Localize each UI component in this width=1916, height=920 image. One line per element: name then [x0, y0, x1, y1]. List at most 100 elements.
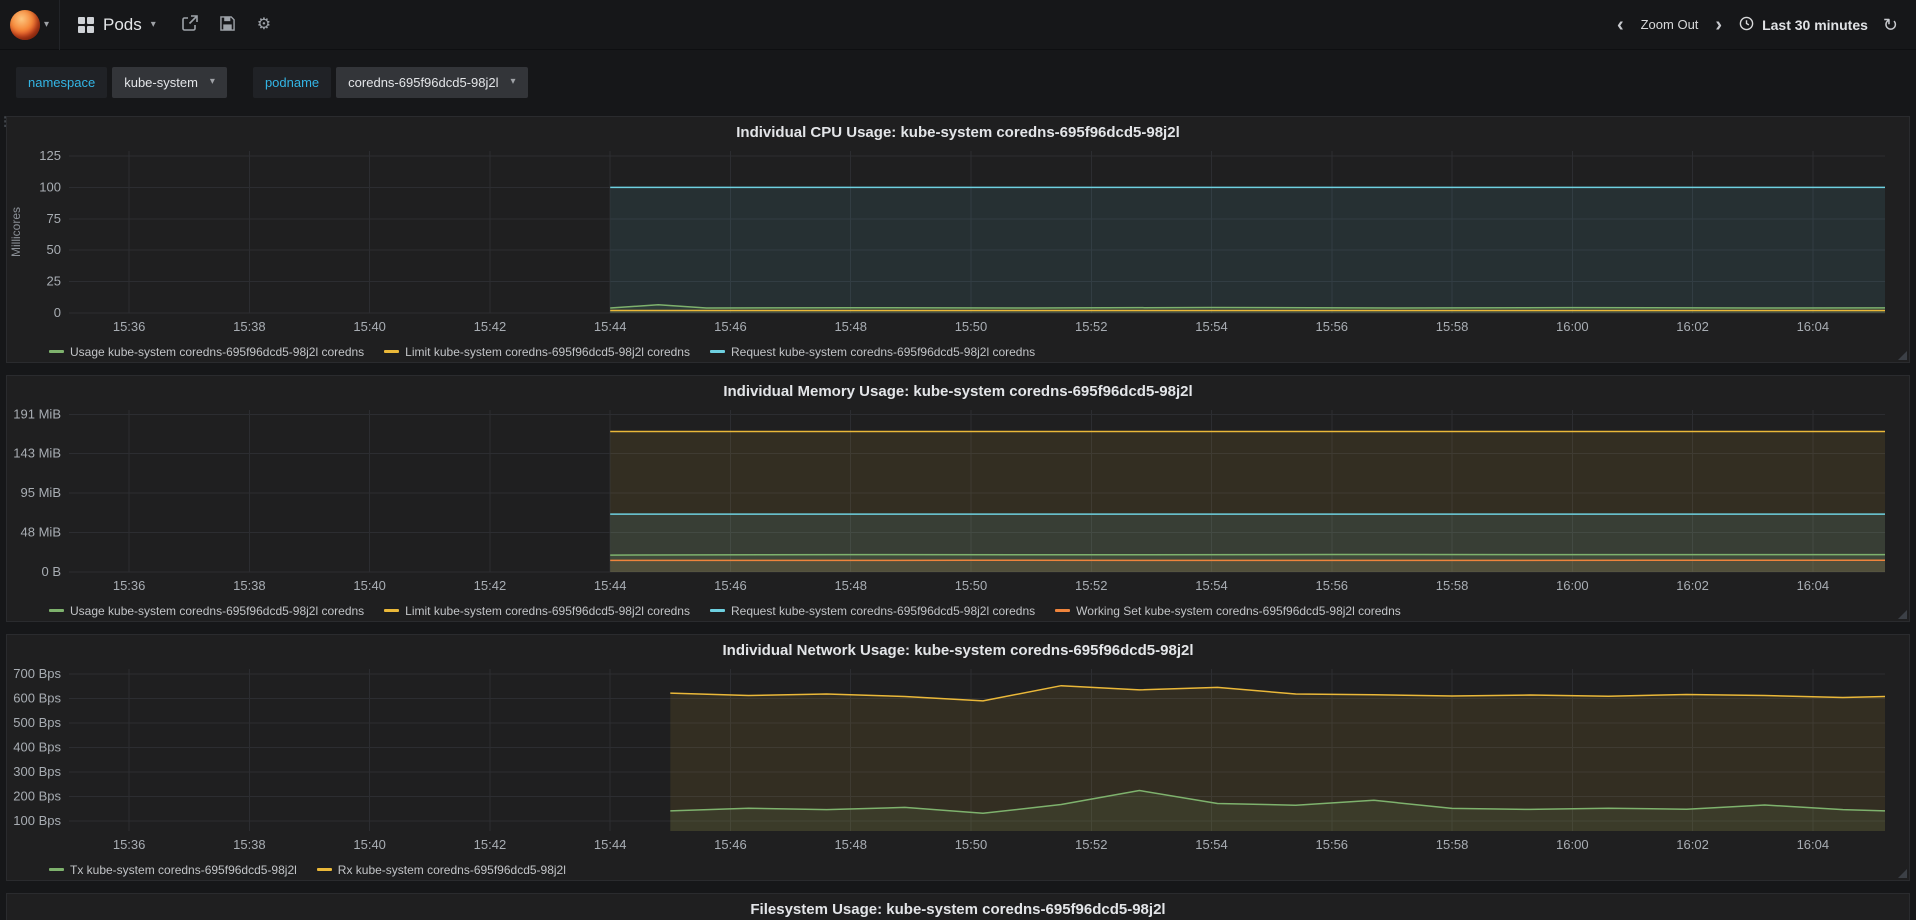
svg-text:15:50: 15:50 [955, 837, 988, 852]
grafana-main-menu[interactable]: ▾ [0, 0, 60, 50]
panel-memory-usage: Individual Memory Usage: kube-system cor… [6, 375, 1910, 622]
svg-text:0: 0 [54, 305, 61, 320]
legend-series-name: Limit kube-system coredns-695f96dcd5-98j… [405, 344, 690, 359]
variable-label-podname: podname [252, 66, 332, 98]
svg-text:15:58: 15:58 [1436, 319, 1469, 334]
network-usage-chart[interactable]: 100 Bps 200 Bps 300 Bps 400 Bps 500 Bps 600 B… [7, 661, 1909, 857]
svg-text:16:04: 16:04 [1797, 578, 1830, 593]
svg-text:15:44: 15:44 [594, 578, 627, 593]
svg-text:15:56: 15:56 [1316, 319, 1349, 334]
share-button[interactable] [181, 15, 198, 34]
legend-item[interactable]: Request kube-system coredns-695f96dcd5-9… [709, 344, 1036, 359]
svg-text:15:50: 15:50 [955, 319, 988, 334]
svg-text:100: 100 [39, 179, 61, 194]
dashboard-panels: Individual CPU Usage: kube-system coredn… [0, 114, 1916, 920]
memory-usage-chart[interactable]: 0 B 48 MiB 95 MiB 143 MiB 191 MiB 15:36 15:38 1… [7, 402, 1909, 598]
variable-value: coredns-695f96dcd5-98j2l [348, 74, 499, 90]
svg-text:15:46: 15:46 [714, 319, 747, 334]
gear-icon: ⚙ [256, 15, 272, 33]
dashboard-picker[interactable]: Pods ▾ [60, 0, 174, 50]
svg-text:100 Bps: 100 Bps [13, 813, 61, 828]
svg-text:16:02: 16:02 [1676, 319, 1709, 334]
legend-item[interactable]: Usage kube-system coredns-695f96dcd5-98j… [49, 345, 364, 359]
svg-text:15:54: 15:54 [1195, 837, 1228, 852]
cpu-usage-chart[interactable]: 0 25 50 75 100 125 15:36 15:38 15:40 15:42 15:44 15… [7, 143, 1909, 339]
panel-title[interactable]: Individual Network Usage: kube-system co… [7, 635, 1909, 661]
grid-icon [78, 16, 94, 33]
svg-text:143 MiB: 143 MiB [13, 446, 61, 461]
clock-icon [1739, 16, 1754, 34]
svg-text:15:48: 15:48 [834, 319, 867, 334]
time-range-picker[interactable]: Last 30 minutes [1739, 16, 1868, 34]
time-controls: ‹ Zoom Out › Last 30 minutes ↻ [1615, 15, 1898, 35]
panel-title[interactable]: Individual CPU Usage: kube-system coredn… [7, 117, 1909, 143]
legend-series-color [316, 868, 332, 871]
legend-series-name: Usage kube-system coredns-695f96dcd5-98j… [70, 603, 365, 618]
variable-select-podname[interactable]: coredns-695f96dcd5-98j2l ▾ [336, 66, 528, 98]
legend-item[interactable]: Rx kube-system coredns-695f96dcd5-98j2l [316, 863, 566, 877]
svg-text:15:52: 15:52 [1075, 837, 1108, 852]
variable-namespace: namespace kube-system ▾ [16, 66, 227, 98]
svg-text:15:58: 15:58 [1436, 578, 1469, 593]
legend-series-name: Tx kube-system coredns-695f96dcd5-98j2l [70, 862, 297, 877]
legend-item[interactable]: Limit kube-system coredns-695f96dcd5-98j… [384, 604, 690, 618]
dashboard-title: Pods [103, 14, 142, 34]
svg-text:15:42: 15:42 [474, 578, 507, 593]
grafana-logo-icon [9, 9, 40, 40]
svg-text:15:56: 15:56 [1316, 837, 1349, 852]
panel-resize-handle[interactable] [1898, 610, 1907, 619]
caret-down-icon: ▾ [43, 18, 50, 30]
legend-item[interactable]: Usage kube-system coredns-695f96dcd5-98j… [49, 604, 364, 618]
variable-label-namespace: namespace [16, 66, 108, 98]
svg-text:15:44: 15:44 [594, 319, 627, 334]
legend-item[interactable]: Tx kube-system coredns-695f96dcd5-98j2l [49, 863, 297, 877]
svg-text:15:46: 15:46 [714, 837, 747, 852]
panel-cpu-usage: Individual CPU Usage: kube-system coredn… [6, 116, 1910, 363]
svg-text:15:42: 15:42 [474, 319, 507, 334]
refresh-button[interactable]: ↻ [1883, 16, 1898, 34]
variable-select-namespace[interactable]: kube-system ▾ [112, 66, 227, 98]
legend-item[interactable]: Request kube-system coredns-695f96dcd5-9… [709, 603, 1036, 618]
svg-text:48 MiB: 48 MiB [21, 525, 61, 540]
svg-text:15:40: 15:40 [353, 837, 386, 852]
caret-down-icon: ▾ [510, 76, 516, 87]
svg-text:15:42: 15:42 [474, 837, 507, 852]
svg-text:15:48: 15:48 [834, 578, 867, 593]
chevron-right-icon: › [1715, 13, 1723, 36]
legend-series-name: Usage kube-system coredns-695f96dcd5-98j… [70, 344, 365, 359]
time-shift-back-button[interactable]: ‹ [1615, 15, 1626, 35]
panel-title[interactable]: Individual Memory Usage: kube-system cor… [7, 376, 1909, 402]
svg-text:500 Bps: 500 Bps [13, 715, 61, 730]
svg-text:16:00: 16:00 [1556, 319, 1589, 334]
legend-series-color [49, 350, 64, 353]
save-button[interactable] [220, 15, 235, 34]
legend-series-color [49, 609, 64, 612]
time-range-label: Last 30 minutes [1762, 16, 1868, 33]
legend-series-color [384, 350, 400, 353]
legend-series-name: Working Set kube-system coredns-695f96dc… [1076, 603, 1401, 618]
chart-legend: Tx kube-system coredns-695f96dcd5-98j2l R… [49, 857, 1909, 882]
legend-item[interactable]: Limit kube-system coredns-695f96dcd5-98j… [384, 345, 690, 359]
settings-button[interactable]: ⚙ [256, 15, 272, 33]
time-shift-forward-button[interactable]: › [1713, 15, 1724, 35]
svg-text:16:04: 16:04 [1797, 319, 1830, 334]
save-icon [220, 15, 235, 34]
svg-text:125: 125 [39, 148, 61, 163]
legend-item[interactable]: Working Set kube-system coredns-695f96dc… [1055, 604, 1401, 618]
svg-text:15:38: 15:38 [233, 319, 266, 334]
panel-resize-handle[interactable] [1898, 869, 1907, 878]
svg-text:15:36: 15:36 [113, 578, 146, 593]
svg-text:15:44: 15:44 [594, 837, 627, 852]
legend-series-color [709, 350, 725, 353]
svg-text:300 Bps: 300 Bps [13, 764, 61, 779]
dashboard-actions: ⚙ [181, 15, 272, 34]
svg-text:15:52: 15:52 [1075, 578, 1108, 593]
svg-text:16:00: 16:00 [1556, 578, 1589, 593]
legend-series-name: Request kube-system coredns-695f96dcd5-9… [730, 344, 1036, 359]
panel-title[interactable]: Filesystem Usage: kube-system coredns-69… [7, 894, 1909, 920]
legend-series-name: Request kube-system coredns-695f96dcd5-9… [730, 603, 1036, 618]
panel-resize-handle[interactable] [1898, 351, 1907, 360]
legend-series-color [384, 609, 400, 612]
svg-text:600 Bps: 600 Bps [13, 690, 61, 705]
zoom-out-button[interactable]: Zoom Out [1641, 17, 1699, 32]
